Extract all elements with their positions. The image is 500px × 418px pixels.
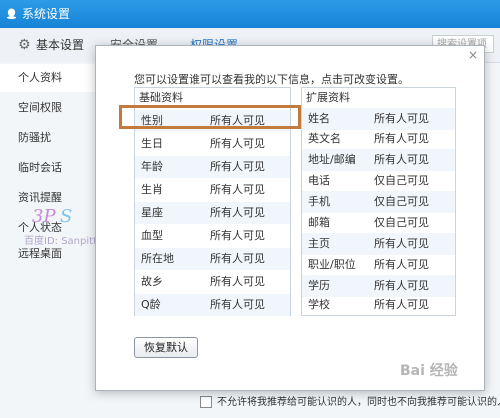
profile-visibility-dialog: × 您可以设置谁可以查看我的以下信息，点击可改变设置。 基础资料 性别 所有人可见… [95, 45, 485, 391]
row-label: 职业/职位 [308, 258, 356, 271]
ext-row-occupation[interactable]: 职业/职位 所有人可见 [302, 254, 455, 276]
recommend-label: 不允许将我推荐给可能认识的人，同时也不向我推荐可能认识的人 [217, 397, 500, 408]
sidebar-item-anti-harass[interactable]: 防骚扰 [0, 124, 95, 152]
row-label: Q龄 [141, 298, 161, 311]
row-label: 主页 [308, 237, 330, 250]
dialog-intro: 您可以设置谁可以查看我的以下信息，点击可改变设置。 [134, 73, 409, 86]
ext-row-address[interactable]: 地址/邮编 所有人可见 [302, 149, 455, 171]
row-label: 生肖 [141, 183, 163, 196]
row-label: 英文名 [308, 132, 341, 145]
row-label: 年龄 [141, 160, 163, 173]
row-label: 故乡 [141, 275, 163, 288]
row-label: 星座 [141, 206, 163, 219]
basic-row-gender[interactable]: 性别 所有人可见 [135, 110, 290, 132]
gear-icon: ⚙ [18, 37, 31, 53]
row-label: 手机 [308, 195, 330, 208]
sidebar-item-profile[interactable]: 个人资料 [0, 64, 95, 92]
watermark-text: 百度ID: Sanpitt [24, 236, 97, 247]
basic-panel-header: 基础资料 [139, 91, 183, 104]
basic-row-blood-type[interactable]: 血型 所有人可见 [135, 225, 290, 247]
row-visibility[interactable]: 所有人可见 [374, 294, 429, 316]
restore-default-button[interactable]: 恢复默认 [134, 337, 198, 358]
row-visibility[interactable]: 仅自己可见 [374, 170, 429, 192]
basic-row-birthday[interactable]: 生日 所有人可见 [135, 133, 290, 155]
sidebar-item-temp-chat[interactable]: 临时会话 [0, 154, 95, 182]
row-visibility[interactable]: 所有人可见 [210, 133, 265, 155]
basic-row-constellation[interactable]: 星座 所有人可见 [135, 202, 290, 224]
basic-row-q-age[interactable]: Q龄 所有人可见 [135, 294, 290, 316]
row-visibility[interactable]: 所有人可见 [210, 271, 265, 293]
row-visibility[interactable]: 仅自己可见 [374, 212, 429, 234]
ext-row-homepage[interactable]: 主页 所有人可见 [302, 233, 455, 255]
row-visibility[interactable]: 所有人可见 [210, 225, 265, 247]
basic-row-hometown[interactable]: 故乡 所有人可见 [135, 271, 290, 293]
row-label: 所在地 [141, 252, 174, 265]
basic-row-location[interactable]: 所在地 所有人可见 [135, 248, 290, 270]
row-label: 邮箱 [308, 216, 330, 229]
ext-panel-header: 扩展资料 [306, 91, 350, 104]
baidu-watermark: Bai 经验 [400, 363, 458, 379]
extended-info-panel: 扩展资料 姓名 所有人可见 英文名 所有人可见 地址/邮编 所有人可见 电话 仅自己可见… [301, 87, 456, 316]
row-visibility[interactable]: 所有人可见 [374, 128, 429, 150]
row-visibility[interactable]: 所有人可见 [210, 156, 265, 178]
sidebar-item-space-permission[interactable]: 空间权限 [0, 94, 95, 122]
settings-window: 系统设置 ⚙ 基本设置 安全设置 权限设置 搜索设置项 个人资料 空间权限 防骚… [0, 0, 500, 418]
row-visibility[interactable]: 所有人可见 [374, 149, 429, 171]
row-visibility[interactable]: 所有人可见 [210, 202, 265, 224]
title-bar: 系统设置 [0, 0, 500, 28]
basic-row-zodiac[interactable]: 生肖 所有人可见 [135, 179, 290, 201]
ext-row-english-name[interactable]: 英文名 所有人可见 [302, 128, 455, 150]
row-visibility[interactable]: 所有人可见 [210, 179, 265, 201]
row-label: 血型 [141, 229, 163, 242]
ext-row-mobile[interactable]: 手机 仅自己可见 [302, 191, 455, 213]
row-label: 性别 [141, 114, 163, 127]
row-visibility[interactable]: 所有人可见 [210, 248, 265, 270]
basic-info-panel: 基础资料 性别 所有人可见 生日 所有人可见 年龄 所有人可见 生肖 所有人可见 星座所… [134, 87, 291, 316]
ext-row-email[interactable]: 邮箱 仅自己可见 [302, 212, 455, 234]
ext-row-school[interactable]: 学校 所有人可见 [302, 294, 455, 316]
close-icon[interactable]: × [468, 48, 478, 62]
row-visibility[interactable]: 仅自己可见 [374, 191, 429, 213]
basic-row-age[interactable]: 年龄 所有人可见 [135, 156, 290, 178]
tab-label: 基本设置 [36, 38, 85, 52]
ext-row-name[interactable]: 姓名 所有人可见 [302, 108, 455, 130]
tab-basic-settings[interactable]: ⚙ 基本设置 [18, 28, 84, 62]
row-visibility[interactable]: 所有人可见 [374, 108, 429, 130]
window-title: 系统设置 [22, 7, 71, 21]
row-visibility[interactable]: 所有人可见 [374, 254, 429, 276]
row-label: 地址/邮编 [308, 153, 356, 166]
ext-row-phone[interactable]: 电话 仅自己可见 [302, 170, 455, 192]
recommend-checkbox[interactable] [200, 396, 212, 408]
row-visibility[interactable]: 所有人可见 [374, 233, 429, 255]
row-visibility[interactable]: 所有人可见 [210, 110, 265, 132]
app-logo-icon [6, 8, 17, 19]
sidebar-item-news-alert[interactable]: 资讯提醒 [0, 184, 95, 212]
row-label: 学校 [308, 298, 330, 311]
row-label: 电话 [308, 174, 330, 187]
recommend-option[interactable]: 不允许将我推荐给可能认识的人，同时也不向我推荐可能认识的人 [180, 392, 500, 414]
row-label: 生日 [141, 137, 163, 150]
row-visibility[interactable]: 所有人可见 [210, 294, 265, 316]
row-label: 姓名 [308, 112, 330, 125]
